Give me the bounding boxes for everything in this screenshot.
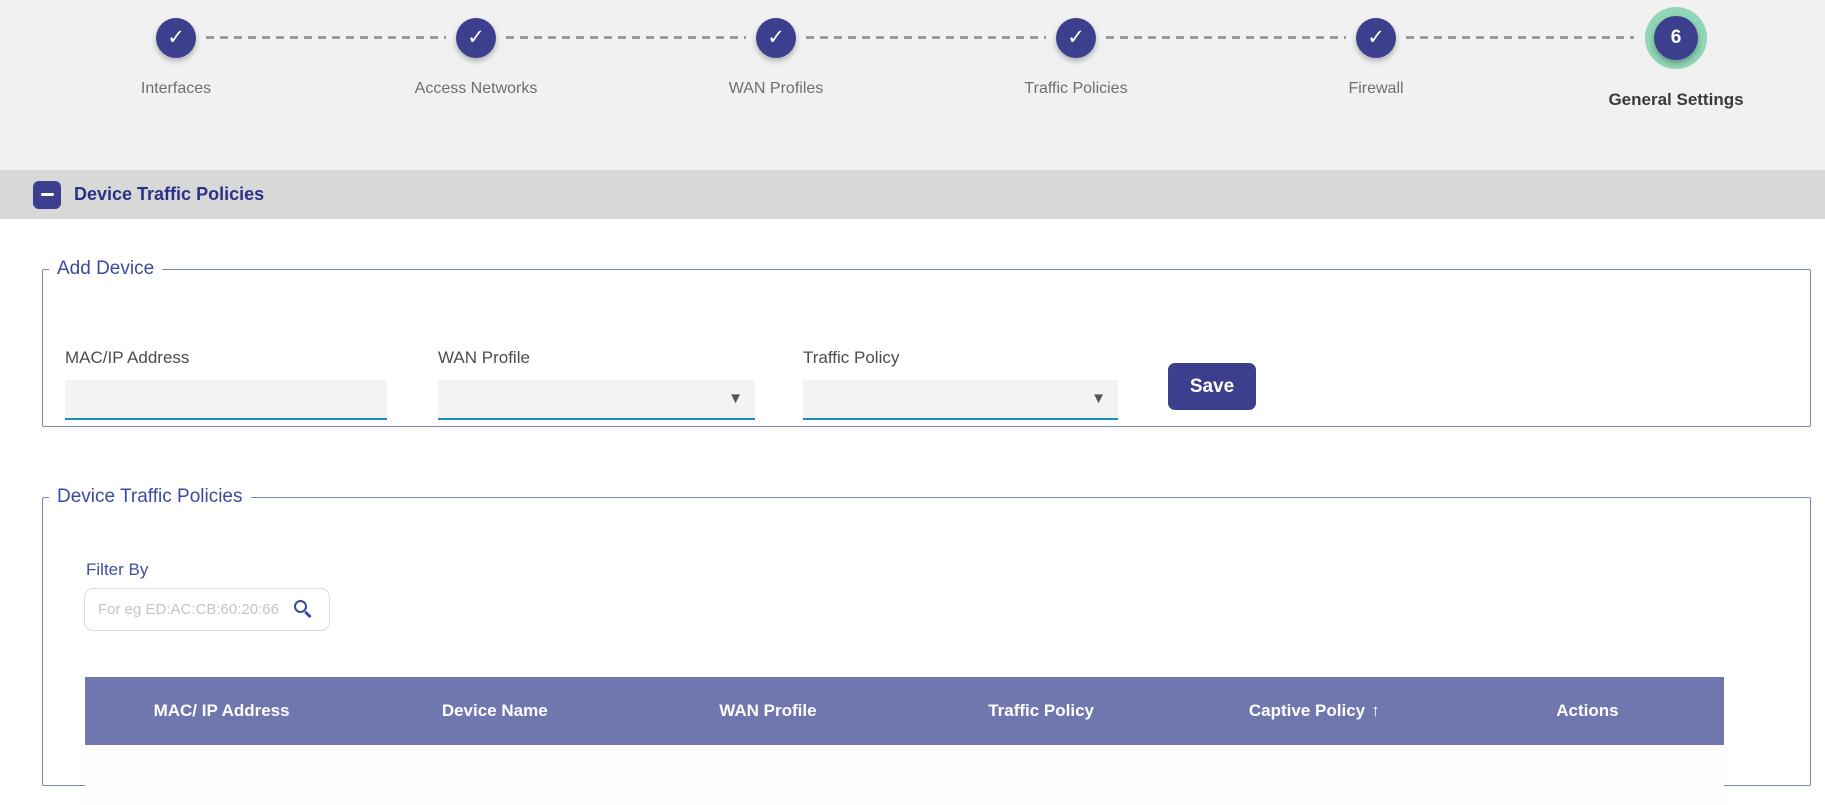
step-label[interactable]: Access Networks	[415, 80, 538, 98]
step-connector	[806, 36, 1046, 39]
sort-ascending-icon: ↑	[1371, 701, 1380, 720]
column-header-traffic-policy[interactable]: Traffic Policy	[905, 701, 1178, 721]
wan-profile-field-group: WAN Profile ▼	[438, 348, 755, 428]
active-step-ring: 6	[1645, 7, 1707, 69]
check-icon: ✓	[467, 26, 485, 49]
collapse-section-button[interactable]	[33, 181, 61, 209]
step-label[interactable]: WAN Profiles	[729, 80, 824, 98]
traffic-policy-select[interactable]	[803, 380, 1118, 420]
step-complete-circle[interactable]: ✓	[1356, 18, 1396, 58]
check-icon: ✓	[767, 26, 785, 49]
step-complete-circle[interactable]: ✓	[1056, 18, 1096, 58]
save-button[interactable]: Save	[1168, 363, 1256, 410]
device-traffic-policies-legend: Device Traffic Policies	[49, 486, 251, 508]
check-icon: ✓	[167, 26, 185, 49]
wan-profile-label: WAN Profile	[438, 348, 530, 368]
step-label[interactable]: Firewall	[1348, 80, 1403, 98]
step-connector	[206, 36, 446, 39]
step-connector	[1106, 36, 1346, 39]
filter-search-input[interactable]	[85, 589, 329, 630]
mac-ip-field-group: MAC/IP Address	[65, 348, 387, 428]
filter-search-box	[84, 588, 330, 631]
step-label[interactable]: Interfaces	[141, 80, 211, 98]
add-device-legend: Add Device	[49, 258, 162, 280]
step-complete-circle[interactable]: ✓	[156, 18, 196, 58]
wan-profile-select[interactable]	[438, 380, 755, 420]
device-traffic-policies-panel: Device Traffic Policies Filter By MAC/ I…	[42, 486, 1811, 786]
column-header-device-name[interactable]: Device Name	[358, 701, 631, 721]
column-label: Captive Policy	[1249, 701, 1365, 720]
traffic-policy-field-group: Traffic Policy ▼	[803, 348, 1118, 428]
step-active-circle[interactable]: 6	[1654, 16, 1698, 60]
step-connector	[506, 36, 746, 39]
column-header-wan-profile[interactable]: WAN Profile	[631, 701, 904, 721]
policies-table-header: MAC/ IP Address Device Name WAN Profile …	[85, 677, 1724, 745]
column-header-actions[interactable]: Actions	[1451, 701, 1724, 721]
step-connector	[1406, 36, 1634, 39]
step-complete-circle[interactable]: ✓	[456, 18, 496, 58]
setup-wizard-stepper: ✓ Interfaces ✓ Access Networks ✓ WAN Pro…	[0, 0, 1825, 170]
table-row	[85, 745, 1724, 805]
step-label[interactable]: General Settings	[1608, 90, 1743, 110]
step-label[interactable]: Traffic Policies	[1024, 80, 1127, 98]
minus-icon	[41, 193, 54, 196]
search-icon[interactable]	[294, 600, 307, 613]
device-traffic-policies-section-bar: Device Traffic Policies	[0, 170, 1825, 219]
mac-ip-input[interactable]	[65, 380, 387, 420]
mac-ip-label: MAC/IP Address	[65, 348, 189, 368]
check-icon: ✓	[1067, 26, 1085, 49]
filter-by-label: Filter By	[86, 560, 148, 580]
traffic-policy-label: Traffic Policy	[803, 348, 899, 368]
column-header-captive-policy[interactable]: Captive Policy ↑	[1178, 701, 1451, 721]
check-icon: ✓	[1367, 26, 1385, 49]
column-header-mac-ip[interactable]: MAC/ IP Address	[85, 701, 358, 721]
step-complete-circle[interactable]: ✓	[756, 18, 796, 58]
section-title: Device Traffic Policies	[74, 184, 264, 205]
add-device-panel: Add Device MAC/IP Address WAN Profile ▼ …	[42, 258, 1811, 427]
